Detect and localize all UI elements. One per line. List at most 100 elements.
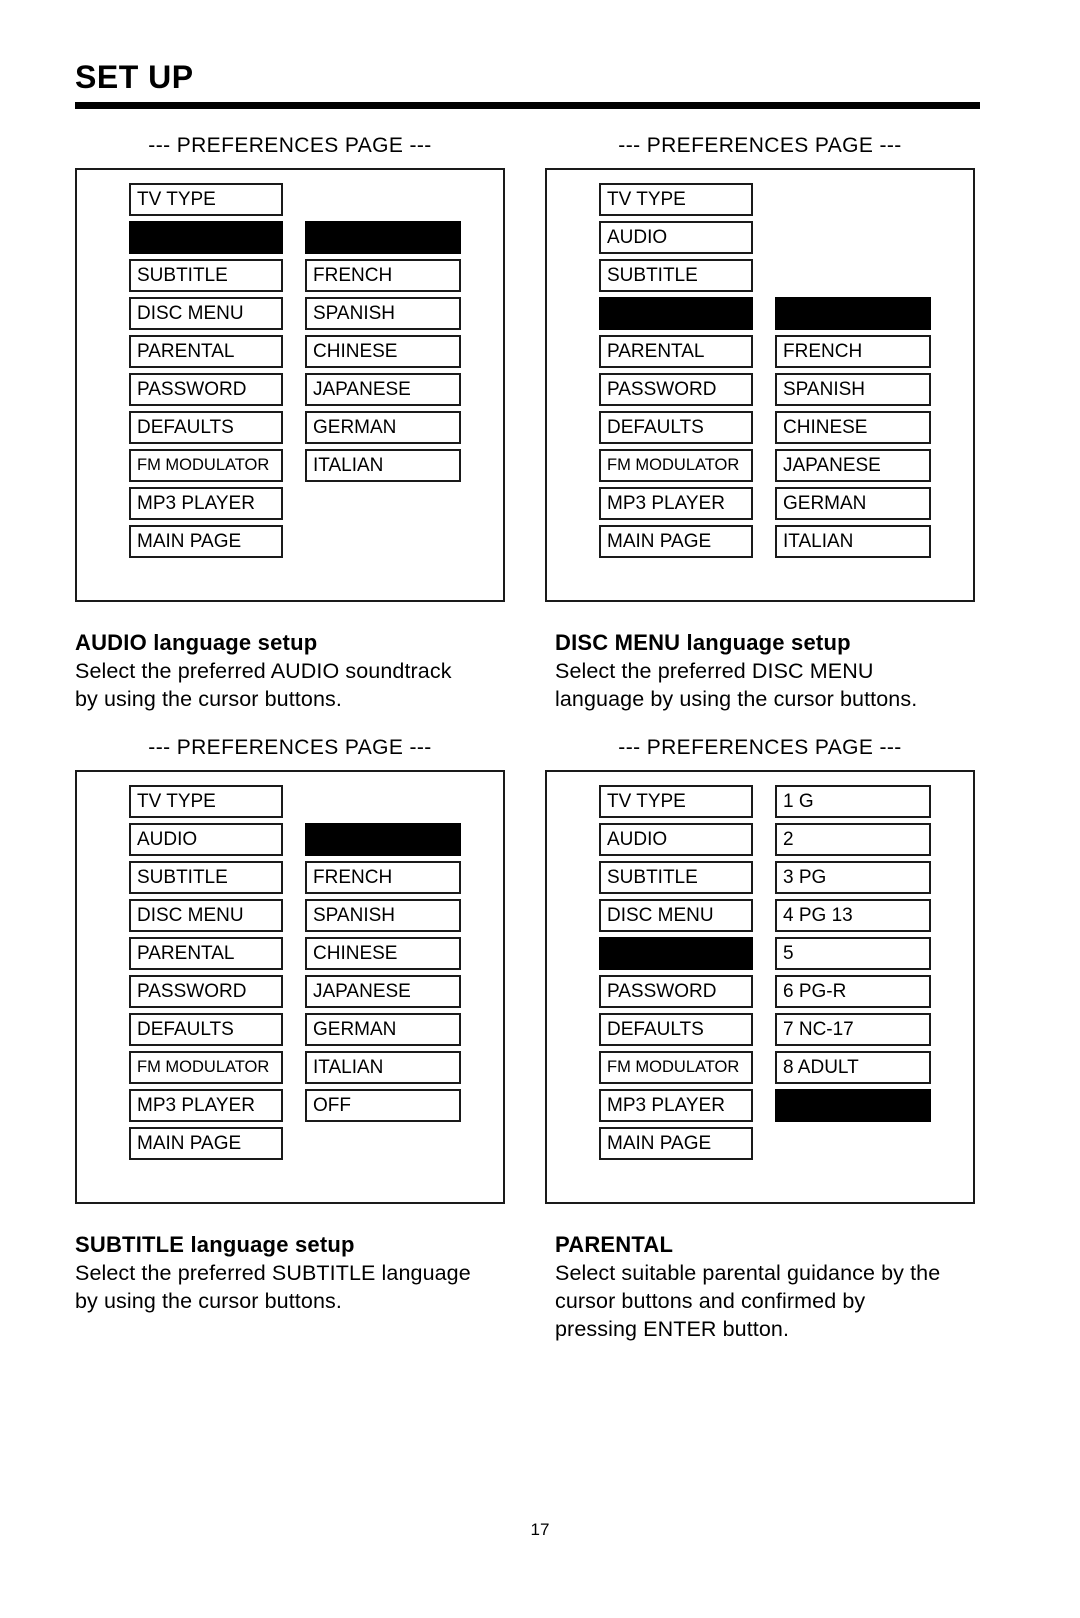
header-divider xyxy=(75,102,980,109)
menu-item-subtitle[interactable]: SUBTITLE xyxy=(599,259,753,292)
option-item-german[interactable]: GERMAN xyxy=(775,487,931,520)
option-item-german[interactable]: GERMAN xyxy=(305,1013,461,1046)
menu-item-mp3-player[interactable]: MP3 PLAYER xyxy=(129,1089,283,1122)
menu-item-parental[interactable]: PARENTAL xyxy=(599,335,753,368)
descriptions-row-1: AUDIO language setup Select the preferre… xyxy=(75,628,1005,713)
panel-disc-menu-language-setup: --- PREFERENCES PAGE --- TV TYPE AUDIO S… xyxy=(545,133,975,602)
option-item-french[interactable]: FRENCH xyxy=(305,259,461,292)
page-footer: 17 xyxy=(0,1520,1080,1540)
menu-item-defaults[interactable]: DEFAULTS xyxy=(129,411,283,444)
menu-item-audio[interactable]: AUDIO xyxy=(599,221,753,254)
description-disc-menu: DISC MENU language setup Select the pref… xyxy=(555,628,995,713)
screen-caption: --- PREFERENCES PAGE --- xyxy=(618,134,902,157)
option-item-selected[interactable] xyxy=(305,823,461,856)
menu-item-password[interactable]: PASSWORD xyxy=(599,373,753,406)
description-line-3: pressing ENTER button. xyxy=(555,1317,790,1341)
menu-item-password[interactable]: PASSWORD xyxy=(599,975,753,1008)
option-item-french[interactable]: FRENCH xyxy=(775,335,931,368)
option-item-italian[interactable]: ITALIAN xyxy=(305,1051,461,1084)
menu-item-audio[interactable]: AUDIO xyxy=(129,823,283,856)
option-item-spanish[interactable]: SPANISH xyxy=(305,297,461,330)
option-item-selected[interactable] xyxy=(775,297,931,330)
osd-screen: TV TYPE SUBTITLE DISC MENU PARENTAL PASS… xyxy=(75,168,505,602)
osd-screen: TV TYPE AUDIO SUBTITLE PARENTAL PASSWORD… xyxy=(545,168,975,602)
menu-item-tv-type[interactable]: TV TYPE xyxy=(129,785,283,818)
option-item-chinese[interactable]: CHINESE xyxy=(305,937,461,970)
menu-item-parental-selected[interactable] xyxy=(599,937,753,970)
menu-item-tv-type[interactable]: TV TYPE xyxy=(129,183,283,216)
description-title: SUBTITLE language setup xyxy=(75,1232,355,1257)
description-line-1: Select suitable parental guidance by the xyxy=(555,1261,941,1285)
option-item-selected[interactable] xyxy=(305,221,461,254)
menu-item-audio-selected[interactable] xyxy=(129,221,283,254)
rating-item-8-adult[interactable]: 8 ADULT xyxy=(775,1051,931,1084)
menu-item-subtitle[interactable]: SUBTITLE xyxy=(129,861,283,894)
option-item-japanese[interactable]: JAPANESE xyxy=(305,373,461,406)
description-subtitle: SUBTITLE language setup Select the prefe… xyxy=(75,1230,515,1343)
menu-item-main-page[interactable]: MAIN PAGE xyxy=(599,525,753,558)
description-line-1: Select the preferred SUBTITLE language xyxy=(75,1261,471,1285)
option-item-off[interactable]: OFF xyxy=(305,1089,461,1122)
rating-item-6-pg-r[interactable]: 6 PG-R xyxy=(775,975,931,1008)
menu-item-defaults[interactable]: DEFAULTS xyxy=(599,411,753,444)
rating-item-7-nc-17[interactable]: 7 NC-17 xyxy=(775,1013,931,1046)
rating-item-5[interactable]: 5 xyxy=(775,937,931,970)
option-item-japanese[interactable]: JAPANESE xyxy=(305,975,461,1008)
option-item-french[interactable]: FRENCH xyxy=(305,861,461,894)
menu-item-disc-menu-selected[interactable] xyxy=(599,297,753,330)
menu-item-parental[interactable]: PARENTAL xyxy=(129,335,283,368)
panel-subtitle-language-setup: --- PREFERENCES PAGE --- TV TYPE AUDIO S… xyxy=(75,735,505,1204)
option-column: FRENCH SPANISH CHINESE JAPANESE GERMAN I… xyxy=(775,183,931,558)
option-column: FRENCH SPANISH CHINESE JAPANESE GERMAN I… xyxy=(305,785,461,1160)
option-item-italian[interactable]: ITALIAN xyxy=(775,525,931,558)
description-line-2: by using the cursor buttons. xyxy=(75,1289,342,1313)
menu-item-parental[interactable]: PARENTAL xyxy=(129,937,283,970)
option-column: FRENCH SPANISH CHINESE JAPANESE GERMAN I… xyxy=(305,183,461,558)
menu-item-disc-menu[interactable]: DISC MENU xyxy=(129,899,283,932)
menu-item-subtitle[interactable]: SUBTITLE xyxy=(599,861,753,894)
menu-item-fm-modulator[interactable]: FM MODULATOR xyxy=(129,449,283,482)
menu-item-tv-type[interactable]: TV TYPE xyxy=(599,785,753,818)
rating-item-1-g[interactable]: 1 G xyxy=(775,785,931,818)
menu-item-disc-menu[interactable]: DISC MENU xyxy=(599,899,753,932)
option-item-spanish[interactable]: SPANISH xyxy=(775,373,931,406)
menu-item-defaults[interactable]: DEFAULTS xyxy=(599,1013,753,1046)
rating-item-4-pg-13[interactable]: 4 PG 13 xyxy=(775,899,931,932)
option-item-spanish[interactable]: SPANISH xyxy=(305,899,461,932)
menu-item-password[interactable]: PASSWORD xyxy=(129,975,283,1008)
description-line-1: Select the preferred AUDIO soundtrack xyxy=(75,659,452,683)
menu-item-main-page[interactable]: MAIN PAGE xyxy=(129,1127,283,1160)
menu-column: TV TYPE AUDIO SUBTITLE DISC MENU PARENTA… xyxy=(129,785,283,1160)
option-item-german[interactable]: GERMAN xyxy=(305,411,461,444)
rating-item-selected[interactable] xyxy=(775,1089,931,1122)
menu-item-password[interactable]: PASSWORD xyxy=(129,373,283,406)
menu-item-fm-modulator[interactable]: FM MODULATOR xyxy=(599,449,753,482)
page-title: SET UP xyxy=(75,59,194,95)
menu-item-fm-modulator[interactable]: FM MODULATOR xyxy=(129,1051,283,1084)
menu-item-mp3-player[interactable]: MP3 PLAYER xyxy=(599,487,753,520)
screens-row-2: --- PREFERENCES PAGE --- TV TYPE AUDIO S… xyxy=(75,735,1005,1204)
screen-caption: --- PREFERENCES PAGE --- xyxy=(618,736,902,759)
menu-item-mp3-player[interactable]: MP3 PLAYER xyxy=(599,1089,753,1122)
panel-parental-setup: --- PREFERENCES PAGE --- TV TYPE AUDIO S… xyxy=(545,735,975,1204)
rating-item-2[interactable]: 2 xyxy=(775,823,931,856)
menu-item-disc-menu[interactable]: DISC MENU xyxy=(129,297,283,330)
menu-column: TV TYPE AUDIO SUBTITLE DISC MENU PASSWOR… xyxy=(599,785,753,1160)
option-item-chinese[interactable]: CHINESE xyxy=(305,335,461,368)
panel-audio-language-setup: --- PREFERENCES PAGE --- TV TYPE SUBTITL… xyxy=(75,133,505,602)
menu-item-main-page[interactable]: MAIN PAGE xyxy=(129,525,283,558)
menu-item-main-page[interactable]: MAIN PAGE xyxy=(599,1127,753,1160)
page-number: 17 xyxy=(530,1520,550,1539)
menu-item-subtitle[interactable]: SUBTITLE xyxy=(129,259,283,292)
menu-item-tv-type[interactable]: TV TYPE xyxy=(599,183,753,216)
menu-item-defaults[interactable]: DEFAULTS xyxy=(129,1013,283,1046)
description-audio: AUDIO language setup Select the preferre… xyxy=(75,628,515,713)
menu-item-fm-modulator[interactable]: FM MODULATOR xyxy=(599,1051,753,1084)
option-item-japanese[interactable]: JAPANESE xyxy=(775,449,931,482)
option-item-italian[interactable]: ITALIAN xyxy=(305,449,461,482)
menu-item-mp3-player[interactable]: MP3 PLAYER xyxy=(129,487,283,520)
menu-item-audio[interactable]: AUDIO xyxy=(599,823,753,856)
option-item-chinese[interactable]: CHINESE xyxy=(775,411,931,444)
menu-column: TV TYPE AUDIO SUBTITLE PARENTAL PASSWORD… xyxy=(599,183,753,558)
rating-item-3-pg[interactable]: 3 PG xyxy=(775,861,931,894)
